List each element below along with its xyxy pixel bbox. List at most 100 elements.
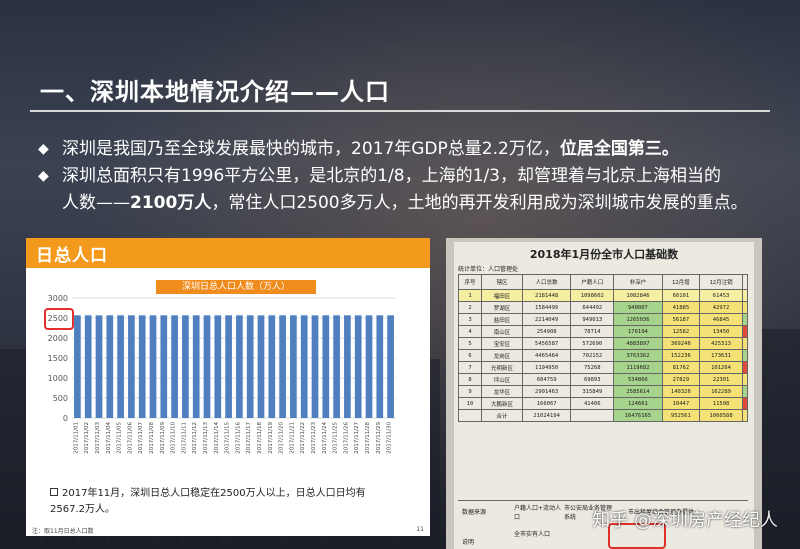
x-tick-label: 2017/11/16 [235,422,241,454]
x-tick-label: 2017/11/02 [84,422,90,454]
table-header-cell: 辖区 [480,274,523,290]
square-bullet-icon [50,488,58,496]
table-cell: 2585614 [613,385,663,398]
bar [279,315,286,418]
bullet-text: 深圳是我国乃至全球发展最快的城市，2017年GDP总量2.2万亿， [62,139,560,159]
table-cell: 罗湖区 [480,301,523,314]
bullet-text: 深圳总面积只有1996平方公里，是北京的1/8，上海的1/3，却管理着与北京上海… [62,166,721,186]
table-cell: 69893 [570,373,615,386]
x-tick-label: 2017/11/19 [268,422,274,454]
bar [160,315,168,418]
x-tick-label: 2017/11/26 [343,422,349,454]
status-color-cell [742,373,748,386]
y-tick-label: 1500 [48,354,68,363]
slide-title: 一、深圳本地情况介绍——人口 [40,78,390,106]
x-tick-label: 2017/11/01 [73,422,79,454]
population-table-photo: 2018年1月份全市人口基础数 统计单位：人口管理处 序号 辖区 人口总数 户籍人口非… [446,238,762,549]
panel-header: 日总人口 [26,238,430,268]
table-row: 10 大鹏新区 166067 41406 124661 10447 11508 [458,397,748,410]
table-cell: 166067 [521,397,572,410]
table-cell: 22301 [699,373,744,386]
bar [182,315,189,418]
diamond-bullet-icon: ◆ [38,141,49,157]
bar [333,315,340,418]
table-header-cell: 户籍人口 [570,274,615,290]
table-cell: 南山区 [480,325,523,338]
table-cell: 940007 [613,301,663,314]
status-color-cell [742,397,748,410]
table-cell [570,409,615,422]
table-cell: 124661 [613,397,663,410]
table-cell: 2901463 [521,385,572,398]
table-row: 6 龙岗区 4465464 702152 3763362 152236 173631 [458,349,748,362]
x-tick-label: 2017/11/22 [300,422,306,454]
x-tick-label: 2017/11/14 [214,422,220,454]
y-tick-label: 500 [53,394,68,403]
table-cell: 4883897 [613,337,663,350]
x-tick-label: 2017/11/20 [279,422,285,454]
table-cell: 6 [458,349,482,362]
table-cell: 宝安区 [480,337,523,350]
table-cell: 41885 [661,301,701,314]
table-cell: 176194 [613,325,663,338]
x-tick-label: 2017/11/28 [365,422,371,454]
table-cell: 2181448 [521,289,572,302]
x-tick-label: 2017/11/25 [333,422,339,454]
table-header-cell: 人口总数 [521,274,572,290]
table-cell: 1082846 [613,289,663,302]
bar [365,315,373,418]
table-row: 4 南山区 254908 78714 176194 12582 13450 [458,325,748,338]
table-cell: 5456587 [521,337,572,350]
status-color-cell [742,385,748,398]
table-title: 2018年1月份全市人口基础数 [529,248,679,261]
table-cell: 369246 [661,337,701,350]
table-cell: 盐田区 [480,313,523,326]
bar [84,315,92,418]
x-tick-label: 2017/11/24 [322,422,328,454]
table-cell: 46845 [699,313,744,326]
bar [138,315,146,418]
y-tick-label: 1000 [48,374,68,383]
table-row: 合计 21024194 16476165 952561 1060588 [458,409,748,422]
table-header-cell: 12月增 [661,274,701,290]
table-cell: 140326 [661,385,701,398]
table-row: 1 福田区 2181448 1098602 1082846 60101 61453 [458,289,748,302]
x-tick-label: 2017/11/30 [387,422,393,454]
table-cell: 11508 [699,397,744,410]
x-tick-label: 2017/11/10 [171,422,177,454]
bar [268,315,276,418]
x-tick-label: 2017/11/04 [106,422,112,454]
footnote: 注：取11月日总人口数 [32,528,94,535]
table-row: 2 罗湖区 1584499 644492 940007 41885 42972 [458,301,748,314]
x-tick-label: 2017/11/13 [203,422,209,454]
bullet-item: ◆ 深圳是我国乃至全球发展最快的城市，2017年GDP总量2.2万亿，位居全国第… [38,136,778,163]
table-cell: 152236 [661,349,701,362]
table-cell: 315849 [570,385,615,398]
x-tick-label: 2017/11/08 [149,422,155,454]
x-tick-label: 2017/11/09 [160,422,166,454]
bar [290,315,297,418]
x-tick-label: 2017/11/06 [127,422,133,454]
table-cell: 合计 [480,409,523,422]
table-cell: 702152 [570,349,615,362]
table-cell: 1119682 [613,361,663,374]
table-cell: 173631 [699,349,744,362]
daily-population-bar-chart: 0500100015002000250030002017/11/01 2017/1… [48,294,396,454]
page-number: 11 [416,526,424,533]
table-cell: 9 [458,385,482,398]
table-cell: 1584499 [521,301,572,314]
table-cell: 604759 [521,373,572,386]
table-cell: 10 [458,397,482,410]
bar [203,315,211,418]
table-cell: 254908 [521,325,572,338]
diamond-bullet-icon: ◆ [38,168,49,184]
x-tick-label: 2017/11/15 [225,422,231,454]
table-cell: 425313 [699,337,744,350]
table-header-cell: 非深户 [613,274,663,290]
table-cell: 5 [458,337,482,350]
table-cell: 大鹏新区 [480,397,523,410]
x-tick-label: 2017/11/29 [376,422,382,454]
bar [128,315,135,418]
x-tick-label: 2017/11/27 [354,422,360,454]
x-tick-label: 2017/11/11 [181,422,187,454]
